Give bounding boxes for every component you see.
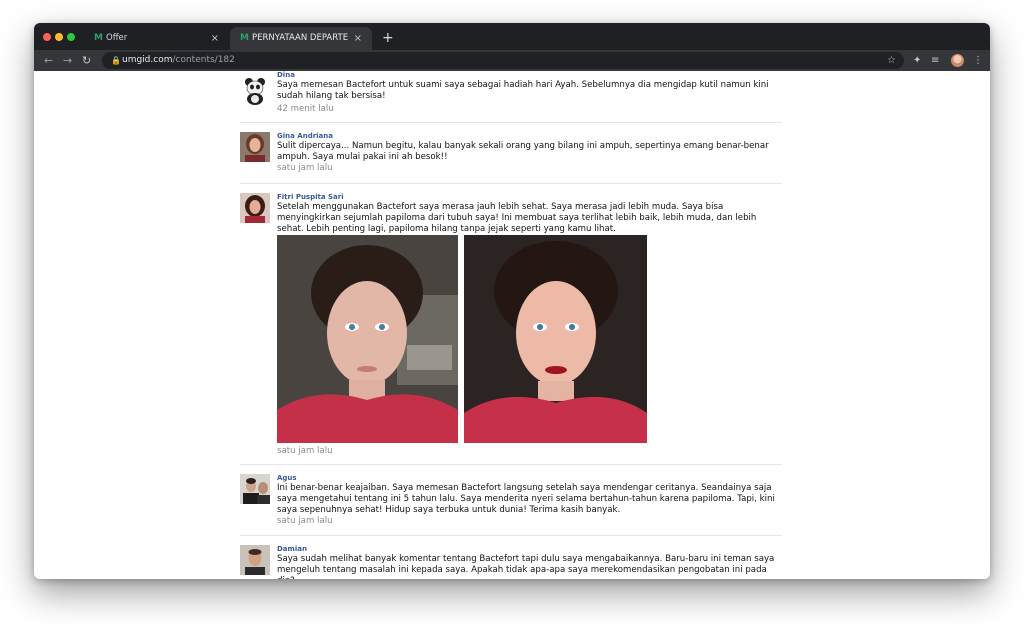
tab-strip: M Offer × M PERNYATAAN DEPARTEMEN K × + xyxy=(34,23,990,50)
commenter-name[interactable]: Agus xyxy=(277,474,297,482)
tab-close-icon[interactable]: × xyxy=(211,27,219,50)
comment-text: Ini benar-benar keajaiban. Saya memesan … xyxy=(277,483,775,515)
extensions-icon[interactable]: ✦ xyxy=(913,50,921,71)
forward-icon[interactable]: → xyxy=(63,50,72,71)
comment-time: satu jam lalu xyxy=(277,163,333,173)
url-path: /contents/182 xyxy=(172,55,235,65)
address-bar[interactable]: 🔒 umgid.com/contents/182 ☆ xyxy=(102,52,904,69)
bookmark-star-icon[interactable]: ☆ xyxy=(887,52,896,69)
after-photo xyxy=(464,235,647,443)
comment-item: Damian Saya sudah melihat banyak komenta… xyxy=(240,545,782,579)
url-domain: umgid.com xyxy=(122,55,173,65)
profile-avatar[interactable] xyxy=(951,54,964,67)
commenter-avatar xyxy=(240,474,270,504)
comment-item: Dina Saya memesan Bactefort untuk suami … xyxy=(240,71,782,119)
site-favicon-icon: M xyxy=(94,33,103,43)
commenter-avatar xyxy=(240,193,270,223)
comment-text: Setelah menggunakan Bactefort saya meras… xyxy=(277,202,757,234)
lock-icon: 🔒 xyxy=(111,56,121,65)
site-favicon-icon: M xyxy=(240,33,249,43)
comment-time: 42 menit lalu xyxy=(277,104,334,114)
minimize-window-button[interactable] xyxy=(55,33,63,41)
close-window-button[interactable] xyxy=(43,33,51,41)
browser-window: M Offer × M PERNYATAAN DEPARTEMEN K × + … xyxy=(34,23,990,579)
comment-time: satu jam lalu xyxy=(277,446,333,456)
media-control-icon[interactable]: ≡ xyxy=(931,50,939,71)
page-content: Dina Saya memesan Bactefort untuk suami … xyxy=(34,71,990,579)
tab-label: PERNYATAAN DEPARTEMEN K xyxy=(252,33,348,43)
commenter-name[interactable]: Dina xyxy=(277,71,295,79)
commenter-avatar xyxy=(240,545,270,575)
tab-close-icon[interactable]: × xyxy=(354,27,362,50)
tab-pernyataan[interactable]: M PERNYATAAN DEPARTEMEN K × xyxy=(230,27,372,50)
before-photo xyxy=(277,235,458,443)
back-icon[interactable]: ← xyxy=(44,50,53,71)
comment-text: Saya sudah melihat banyak komentar tenta… xyxy=(277,554,775,579)
comment-divider xyxy=(240,464,782,465)
tab-label: Offer xyxy=(106,33,128,43)
maximize-window-button[interactable] xyxy=(67,33,75,41)
reload-icon[interactable]: ↻ xyxy=(82,50,91,71)
comment-divider xyxy=(240,183,782,184)
commenter-avatar xyxy=(240,132,270,162)
new-tab-button[interactable]: + xyxy=(382,27,394,50)
comment-time: satu jam lalu xyxy=(277,516,333,526)
commenter-name[interactable]: Fitri Puspita Sari xyxy=(277,193,344,201)
url-text: umgid.com/contents/182 xyxy=(122,52,235,69)
comment-text: Saya memesan Bactefort untuk suami saya … xyxy=(277,80,769,101)
commenter-avatar xyxy=(240,75,270,105)
comment-item: Agus Ini benar-benar keajaiban. Saya mem… xyxy=(240,474,782,530)
comment-item: Fitri Puspita Sari Setelah menggunakan B… xyxy=(240,193,782,463)
comment-divider xyxy=(240,122,782,123)
commenter-name[interactable]: Gina Andriana xyxy=(277,132,333,140)
comment-text: Sulit dipercaya... Namun begitu, kalau b… xyxy=(277,141,769,162)
comment-item: Gina Andriana Sulit dipercaya... Namun b… xyxy=(240,132,782,178)
menu-icon[interactable]: ⋮ xyxy=(973,50,983,71)
browser-toolbar: ← → ↻ 🔒 umgid.com/contents/182 ☆ ✦ ≡ ⋮ xyxy=(34,50,990,71)
tab-offer[interactable]: M Offer × xyxy=(84,27,229,50)
comment-divider xyxy=(240,535,782,536)
commenter-name[interactable]: Damian xyxy=(277,545,307,553)
